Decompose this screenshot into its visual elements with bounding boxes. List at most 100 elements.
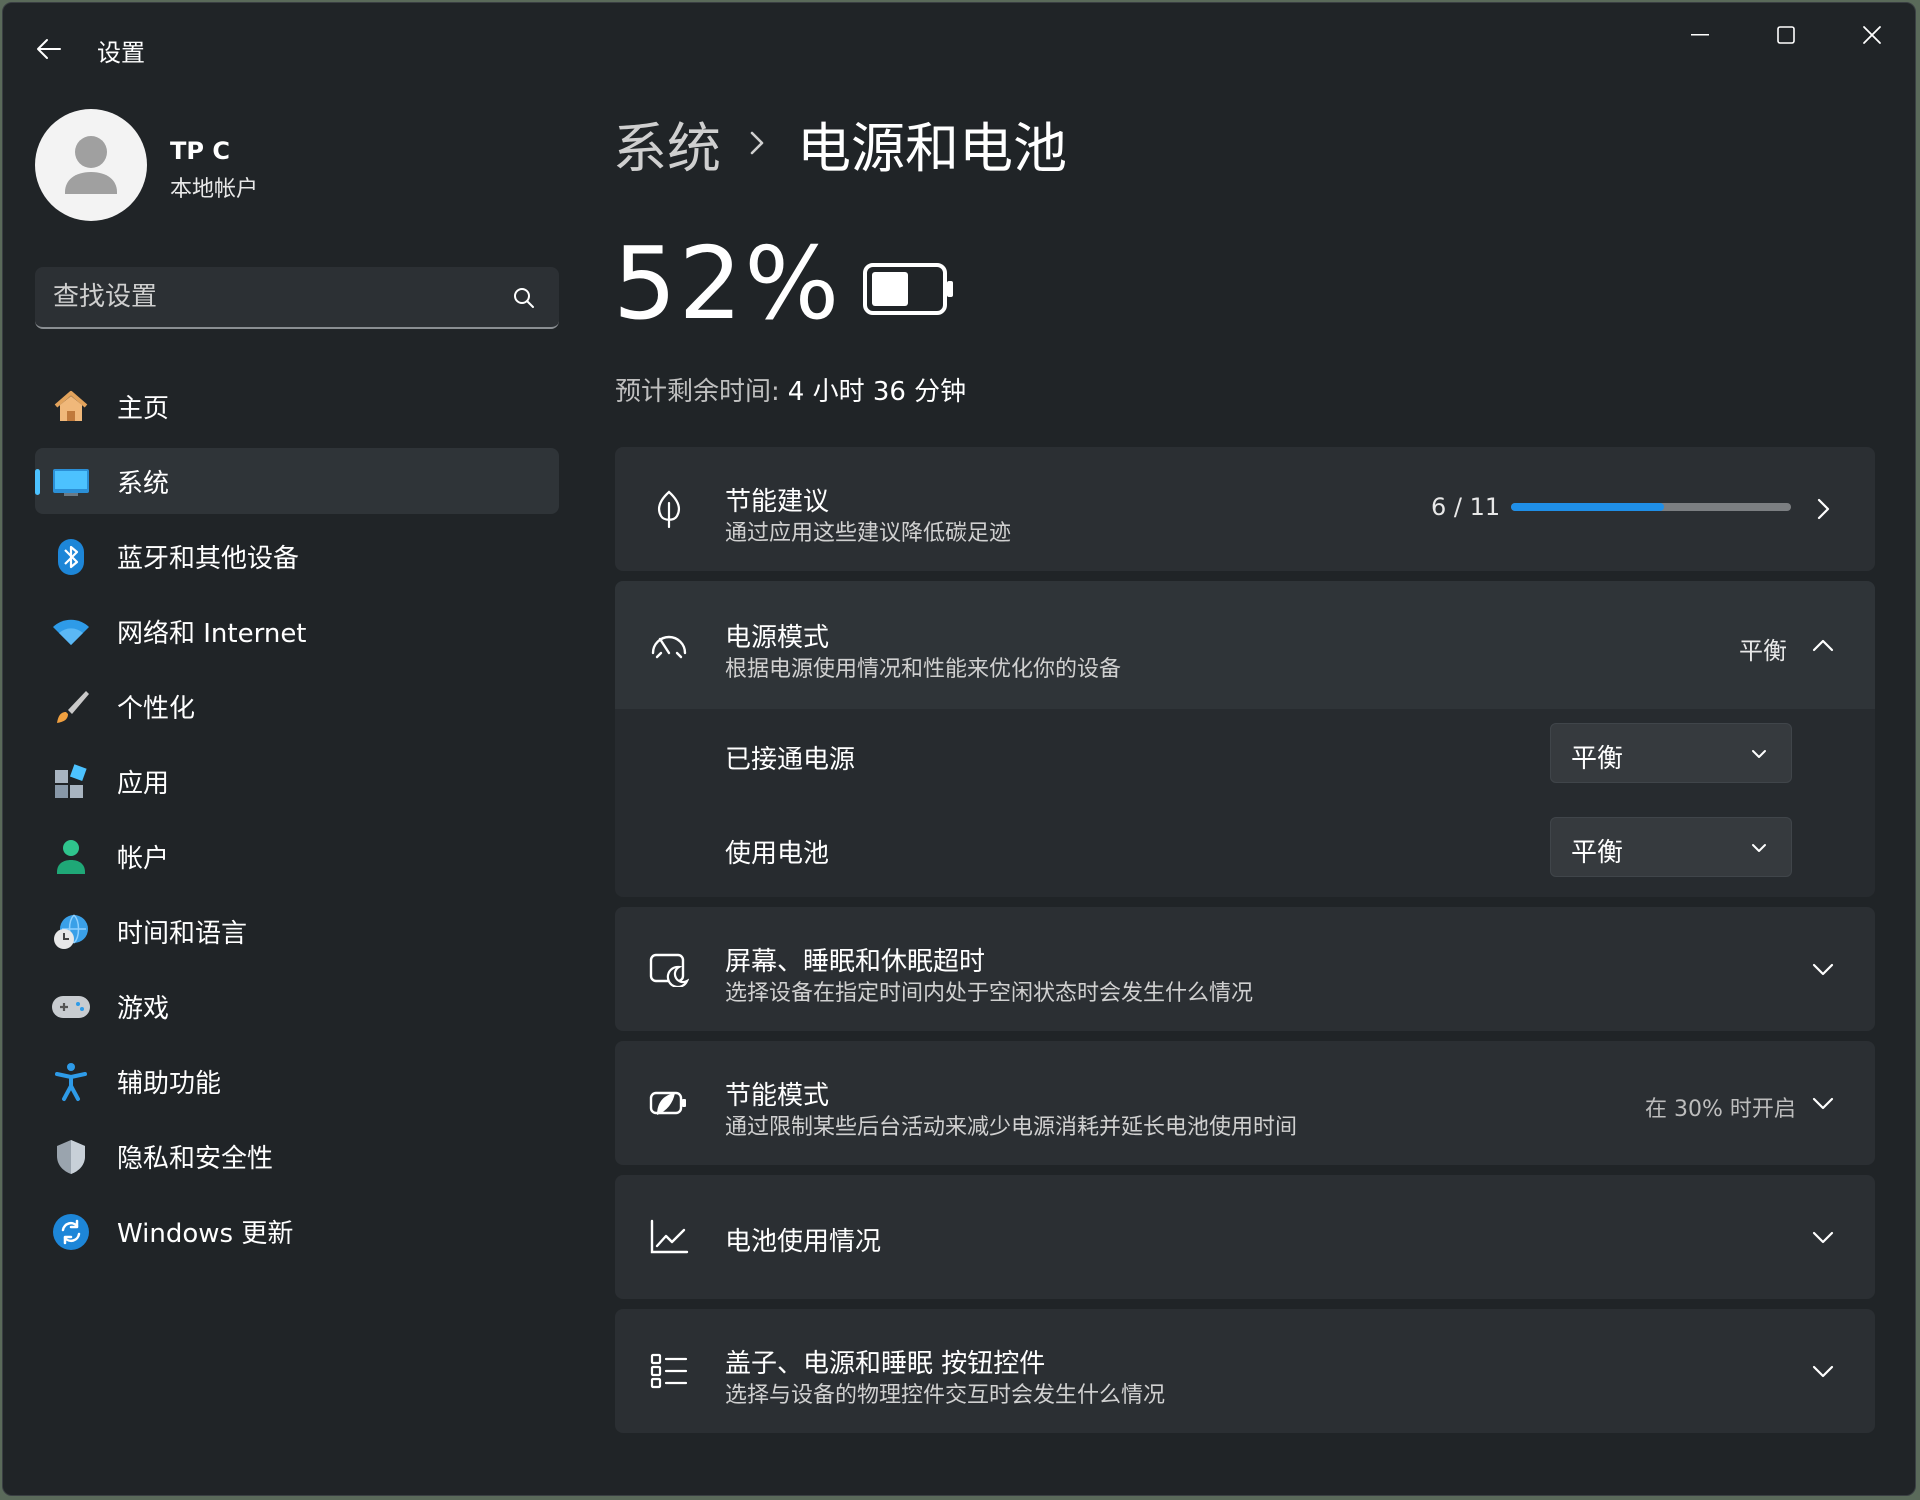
wifi-icon bbox=[51, 612, 91, 652]
speedometer-icon bbox=[647, 623, 691, 667]
sidebar-item-label: 个性化 bbox=[117, 693, 196, 724]
energy-saver-value: 在 30% 时开启 bbox=[1645, 1097, 1796, 1122]
sidebar-item-label: 隐私和安全性 bbox=[117, 1143, 274, 1174]
card-description: 选择设备在指定时间内处于空闲状态时会发生什么情况 bbox=[725, 981, 1254, 1006]
profile-account-type: 本地帐户 bbox=[170, 177, 259, 202]
progress-fill bbox=[1511, 503, 1664, 511]
card-description: 通过应用这些建议降低碳足迹 bbox=[725, 521, 1012, 546]
breadcrumb: 系统 电源和电池 bbox=[613, 103, 1067, 183]
account-icon bbox=[51, 837, 91, 877]
on-battery-label: 使用电池 bbox=[725, 839, 830, 869]
sidebar-item-windows-update[interactable]: Windows 更新 bbox=[35, 1198, 559, 1264]
sidebar-item-label: 时间和语言 bbox=[117, 918, 248, 949]
sidebar-item-accounts[interactable]: 帐户 bbox=[35, 823, 559, 889]
battery-percentage: 52% bbox=[613, 225, 842, 342]
sidebar-item-apps[interactable]: 应用 bbox=[35, 748, 559, 814]
lid-power-button-controls-card[interactable]: 盖子、电源和睡眠 按钮控件 选择与设备的物理控件交互时会发生什么情况 bbox=[615, 1309, 1875, 1433]
dropdown-value: 平衡 bbox=[1571, 838, 1624, 868]
breadcrumb-parent[interactable]: 系统 bbox=[613, 104, 721, 183]
chevron-down-icon bbox=[1809, 1357, 1837, 1385]
maximize-button[interactable] bbox=[1743, 3, 1829, 67]
chevron-down-icon bbox=[1809, 1089, 1837, 1117]
energy-saver-icon bbox=[647, 1081, 691, 1125]
power-mode-header[interactable]: 电源模式 根据电源使用情况和性能来优化你的设备 平衡 bbox=[615, 581, 1875, 709]
system-icon bbox=[51, 462, 91, 502]
sidebar-item-home[interactable]: 主页 bbox=[35, 373, 559, 439]
chevron-right-icon bbox=[1809, 495, 1837, 523]
list-icon bbox=[647, 1349, 691, 1393]
chevron-up-icon bbox=[1809, 631, 1837, 659]
card-title: 节能模式 bbox=[725, 1081, 830, 1111]
search-input[interactable] bbox=[53, 281, 493, 313]
chevron-right-icon bbox=[749, 128, 769, 158]
chart-line-icon bbox=[647, 1215, 691, 1259]
gamepad-icon bbox=[51, 987, 91, 1027]
sidebar-item-bluetooth[interactable]: 蓝牙和其他设备 bbox=[35, 523, 559, 589]
sidebar-item-accessibility[interactable]: 辅助功能 bbox=[35, 1048, 559, 1114]
chevron-down-icon bbox=[1752, 750, 1766, 758]
sidebar-item-gaming[interactable]: 游戏 bbox=[35, 973, 559, 1039]
user-profile[interactable]: TP C 本地帐户 bbox=[35, 109, 555, 223]
chevron-down-icon bbox=[1809, 1223, 1837, 1251]
plugged-in-power-mode-dropdown[interactable]: 平衡 bbox=[1550, 723, 1792, 783]
minimize-icon bbox=[1691, 34, 1709, 36]
progress-text: 6 / 11 bbox=[1431, 493, 1501, 521]
battery-icon bbox=[863, 263, 953, 315]
sidebar-nav: 主页 系统 蓝牙和其他设备 网络和 Internet 个性化 应用 帐户 时间和… bbox=[35, 373, 559, 1273]
sidebar-item-network[interactable]: 网络和 Internet bbox=[35, 598, 559, 664]
chevron-down-icon bbox=[1752, 844, 1766, 852]
card-title: 盖子、电源和睡眠 按钮控件 bbox=[725, 1349, 1046, 1379]
leaf-icon bbox=[647, 487, 691, 531]
time-language-icon bbox=[51, 912, 91, 952]
sidebar-item-privacy[interactable]: 隐私和安全性 bbox=[35, 1123, 559, 1189]
sidebar-item-system[interactable]: 系统 bbox=[35, 448, 559, 514]
app-title: 设置 bbox=[97, 39, 145, 67]
avatar bbox=[35, 109, 147, 221]
accessibility-icon bbox=[51, 1062, 91, 1102]
back-button[interactable] bbox=[29, 29, 69, 69]
on-battery-power-mode-dropdown[interactable]: 平衡 bbox=[1550, 817, 1792, 877]
screen-sleep-icon bbox=[647, 947, 691, 991]
sidebar-item-label: 蓝牙和其他设备 bbox=[117, 543, 300, 574]
card-title: 电池使用情况 bbox=[725, 1227, 882, 1257]
brush-icon bbox=[51, 687, 91, 727]
close-button[interactable] bbox=[1829, 3, 1915, 67]
battery-usage-card[interactable]: 电池使用情况 bbox=[615, 1175, 1875, 1299]
screen-sleep-timeout-card[interactable]: 屏幕、睡眠和休眠超时 选择设备在指定时间内处于空闲状态时会发生什么情况 bbox=[615, 907, 1875, 1031]
card-description: 根据电源使用情况和性能来优化你的设备 bbox=[725, 657, 1122, 682]
sidebar-item-label: 辅助功能 bbox=[117, 1068, 222, 1099]
sidebar-item-label: Windows 更新 bbox=[117, 1218, 294, 1249]
sidebar-item-label: 游戏 bbox=[117, 993, 170, 1024]
arrow-left-icon bbox=[37, 39, 61, 59]
card-description: 选择与设备的物理控件交互时会发生什么情况 bbox=[725, 1383, 1166, 1408]
card-title: 节能建议 bbox=[725, 487, 830, 517]
home-icon bbox=[51, 387, 91, 427]
person-icon bbox=[65, 136, 117, 194]
sidebar-item-time-language[interactable]: 时间和语言 bbox=[35, 898, 559, 964]
search-icon[interactable] bbox=[511, 285, 537, 311]
sidebar-item-label: 系统 bbox=[117, 468, 170, 499]
page-title: 电源和电池 bbox=[797, 116, 1067, 180]
energy-recommendations-card[interactable]: 节能建议 通过应用这些建议降低碳足迹 6 / 11 bbox=[615, 447, 1875, 571]
sidebar-item-label: 帐户 bbox=[117, 843, 170, 874]
remaining-time: 预计剩余时间: 4 小时 36 分钟 bbox=[615, 371, 966, 408]
maximize-icon bbox=[1777, 26, 1795, 44]
apps-icon bbox=[51, 762, 91, 802]
energy-saver-card[interactable]: 节能模式 通过限制某些后台活动来减少电源消耗并延长电池使用时间 在 30% 时开… bbox=[615, 1041, 1875, 1165]
bluetooth-icon bbox=[51, 537, 91, 577]
power-mode-on-battery-row: 使用电池 平衡 bbox=[615, 803, 1875, 897]
sidebar-item-personalization[interactable]: 个性化 bbox=[35, 673, 559, 739]
sidebar-item-label: 网络和 Internet bbox=[117, 618, 307, 649]
remaining-time-label: 预计剩余时间: bbox=[615, 377, 780, 407]
sidebar-item-label: 主页 bbox=[117, 393, 170, 424]
update-icon bbox=[51, 1212, 91, 1252]
search-box[interactable] bbox=[35, 267, 559, 329]
minimize-button[interactable] bbox=[1657, 3, 1743, 67]
plugged-in-label: 已接通电源 bbox=[725, 745, 856, 775]
power-mode-plugged-in-row: 已接通电源 平衡 bbox=[615, 709, 1875, 803]
progress-bar bbox=[1511, 503, 1791, 511]
settings-window: 设置 TP C 本地帐户 主页 bbox=[2, 2, 1916, 1496]
close-icon bbox=[1863, 26, 1881, 44]
chevron-down-icon bbox=[1809, 955, 1837, 983]
power-mode-value: 平衡 bbox=[1739, 637, 1787, 665]
